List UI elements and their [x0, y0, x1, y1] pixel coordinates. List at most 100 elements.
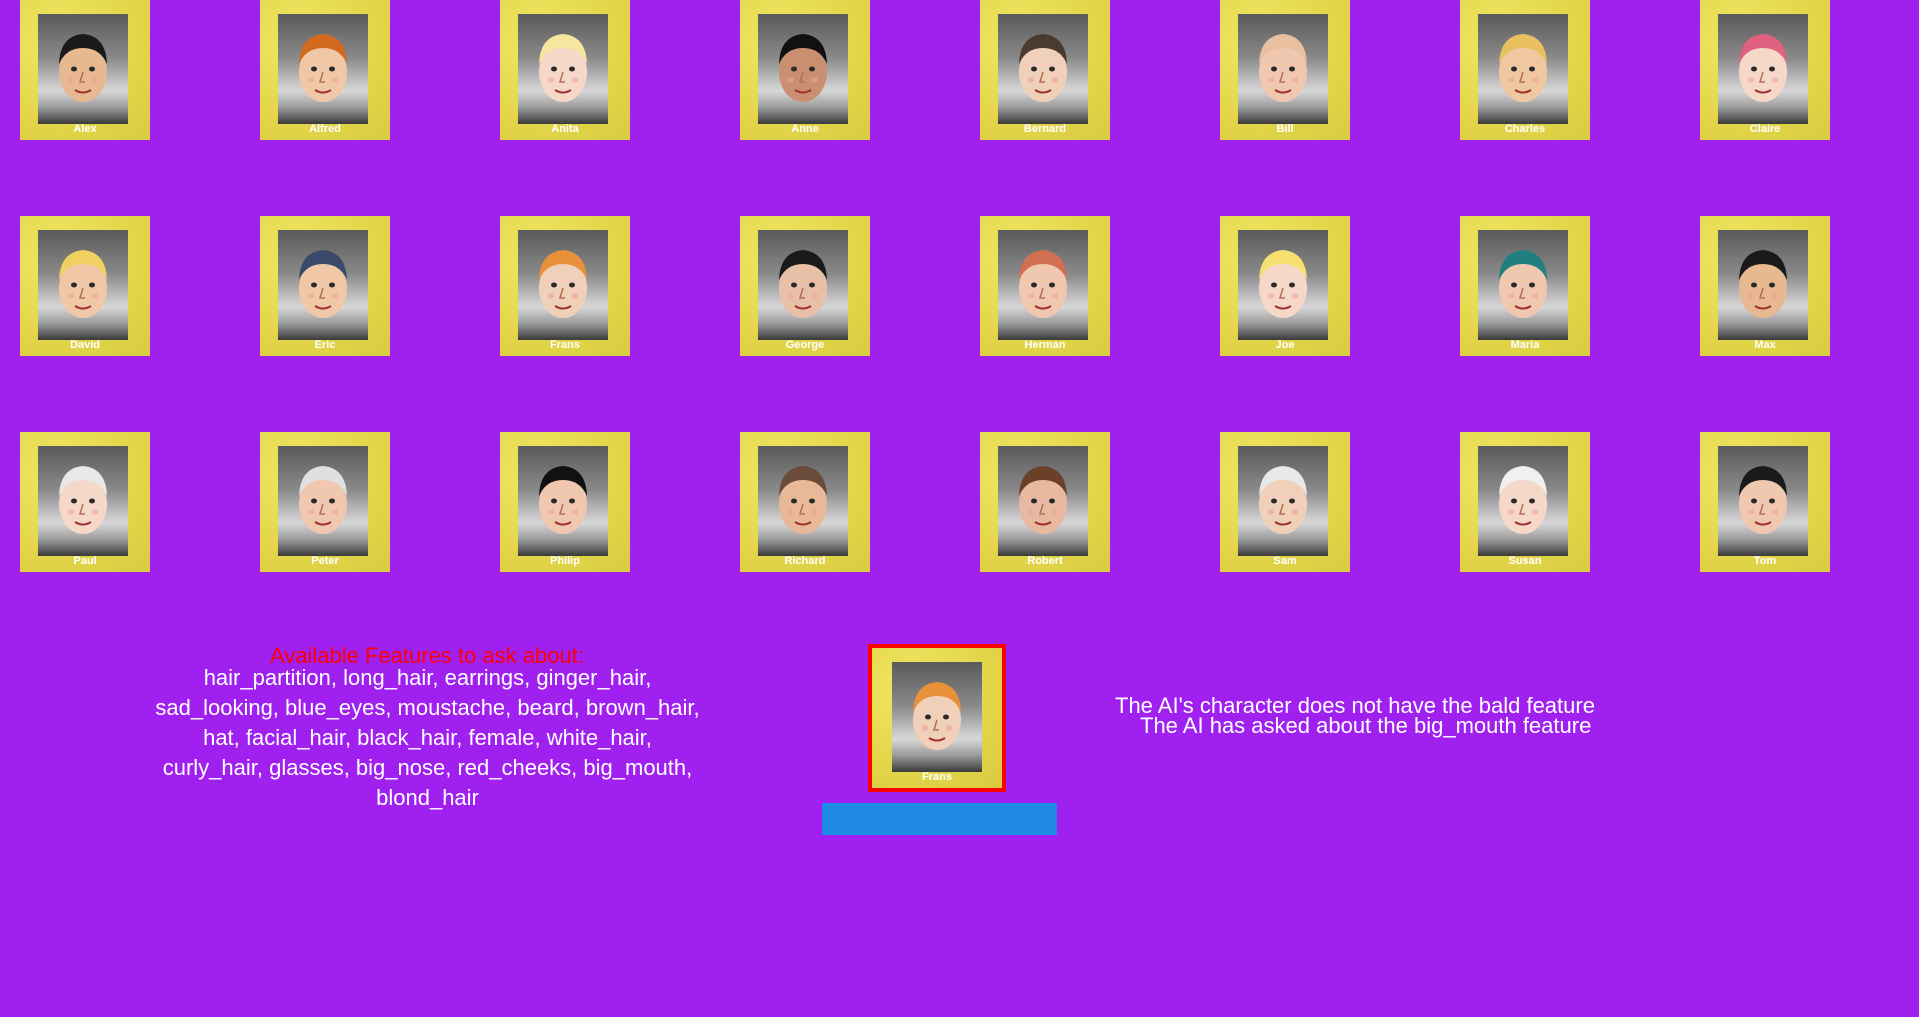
character-name: Joe [1275, 339, 1295, 351]
face-icon [539, 34, 587, 102]
character-name: Eric [314, 339, 336, 351]
character-card-bill[interactable]: Bill [1220, 0, 1350, 140]
character-name: Paul [73, 555, 97, 567]
character-name: Anne [791, 123, 819, 135]
character-name: Bill [1276, 123, 1294, 135]
character-card-susan[interactable]: Susan [1460, 432, 1590, 572]
character-portrait [518, 230, 608, 340]
character-portrait [1478, 446, 1568, 556]
character-portrait [998, 446, 1088, 556]
face-icon [59, 34, 107, 102]
character-card-claire[interactable]: Claire [1700, 0, 1830, 140]
character-card-herman[interactable]: Herman [980, 216, 1110, 356]
character-card-george[interactable]: George [740, 216, 870, 356]
action-button[interactable] [822, 803, 1057, 835]
character-name: Bernard [1023, 123, 1067, 135]
character-portrait [1238, 14, 1328, 124]
character-portrait [1478, 230, 1568, 340]
face-icon [59, 250, 107, 318]
character-name: George [785, 339, 825, 351]
face-icon [1019, 34, 1067, 102]
character-portrait [1238, 446, 1328, 556]
character-portrait [1238, 230, 1328, 340]
face-icon [539, 466, 587, 534]
selected-character-card: Frans [868, 644, 1006, 792]
face-icon [1259, 34, 1307, 102]
character-card-max[interactable]: Max [1700, 216, 1830, 356]
face-icon [779, 466, 827, 534]
character-portrait [758, 14, 848, 124]
character-portrait [1718, 14, 1808, 124]
character-card-david[interactable]: David [20, 216, 150, 356]
character-card-alex[interactable]: Alex [20, 0, 150, 140]
face-icon [1499, 466, 1547, 534]
character-card-paul[interactable]: Paul [20, 432, 150, 572]
character-portrait [1478, 14, 1568, 124]
character-card-anne[interactable]: Anne [740, 0, 870, 140]
character-name: Claire [1749, 123, 1781, 135]
face-icon [1259, 466, 1307, 534]
character-card-philip[interactable]: Philip [500, 432, 630, 572]
character-name: Charles [1504, 123, 1546, 135]
character-name: Richard [784, 555, 826, 567]
features-list: hair_partition, long_hair, earrings, gin… [155, 665, 700, 810]
character-portrait [518, 14, 608, 124]
character-portrait [278, 14, 368, 124]
face-icon [1739, 34, 1787, 102]
face-icon [1019, 250, 1067, 318]
character-card-anita[interactable]: Anita [500, 0, 630, 140]
character-name: David [70, 339, 100, 351]
character-portrait [38, 230, 128, 340]
character-name: Alex [73, 123, 97, 135]
character-card-joe[interactable]: Joe [1220, 216, 1350, 356]
character-card-eric[interactable]: Eric [260, 216, 390, 356]
character-name: Max [1754, 339, 1776, 351]
face-icon [779, 34, 827, 102]
character-name: Philip [550, 555, 580, 567]
character-portrait [998, 230, 1088, 340]
ai-question-message: The AI has asked about the big_mouth fea… [1140, 713, 1592, 738]
character-portrait [518, 446, 608, 556]
character-card-frans[interactable]: Frans [500, 216, 630, 356]
character-portrait [38, 14, 128, 124]
character-card-robert[interactable]: Robert [980, 432, 1110, 572]
character-portrait [998, 14, 1088, 124]
character-name: Anita [551, 123, 579, 135]
face-icon [1499, 34, 1547, 102]
character-name: Maria [1510, 339, 1540, 351]
character-name: Herman [1024, 339, 1066, 351]
character-card-tom[interactable]: Tom [1700, 432, 1830, 572]
character-portrait [1718, 230, 1808, 340]
selected-character-name: Frans [922, 771, 952, 783]
face-icon [1739, 250, 1787, 318]
character-name: Frans [550, 339, 580, 351]
face-icon [59, 466, 107, 534]
face-icon [779, 250, 827, 318]
face-icon [1259, 250, 1307, 318]
selected-character-portrait [892, 662, 982, 772]
character-portrait [758, 446, 848, 556]
character-card-charles[interactable]: Charles [1460, 0, 1590, 140]
character-card-richard[interactable]: Richard [740, 432, 870, 572]
face-icon [913, 682, 961, 750]
character-portrait [1718, 446, 1808, 556]
character-name: Robert [1027, 555, 1063, 567]
character-card-bernard[interactable]: Bernard [980, 0, 1110, 140]
face-icon [299, 34, 347, 102]
character-card-sam[interactable]: Sam [1220, 432, 1350, 572]
character-name: Susan [1508, 555, 1542, 567]
face-icon [299, 466, 347, 534]
character-portrait [38, 446, 128, 556]
character-name: Alfred [309, 123, 341, 135]
face-icon [1739, 466, 1787, 534]
character-card-peter[interactable]: Peter [260, 432, 390, 572]
character-card-alfred[interactable]: Alfred [260, 0, 390, 140]
face-icon [299, 250, 347, 318]
character-name: Peter [311, 555, 339, 567]
character-name: Sam [1273, 555, 1297, 567]
character-portrait [278, 446, 368, 556]
character-portrait [278, 230, 368, 340]
character-card-maria[interactable]: Maria [1460, 216, 1590, 356]
character-portrait [758, 230, 848, 340]
face-icon [1019, 466, 1067, 534]
